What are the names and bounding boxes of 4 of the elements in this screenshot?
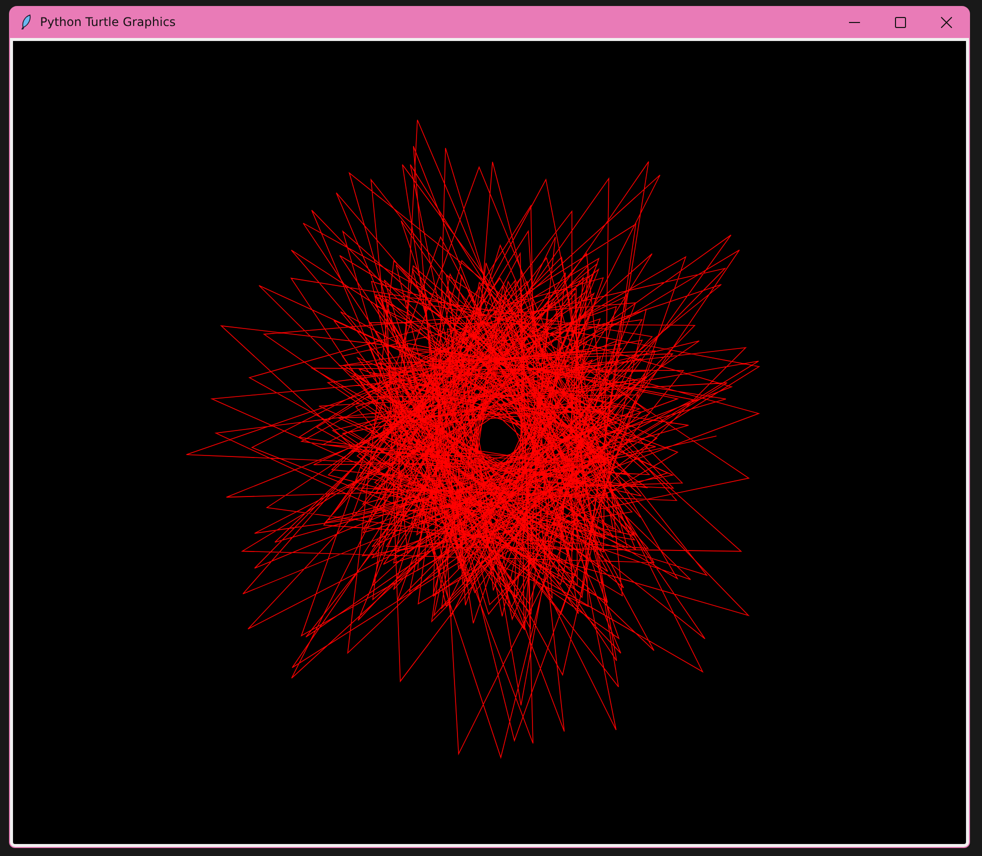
feather-icon bbox=[20, 14, 32, 30]
window-title: Python Turtle Graphics bbox=[40, 15, 177, 29]
close-icon[interactable] bbox=[940, 16, 952, 28]
maximize-icon[interactable] bbox=[894, 16, 906, 28]
